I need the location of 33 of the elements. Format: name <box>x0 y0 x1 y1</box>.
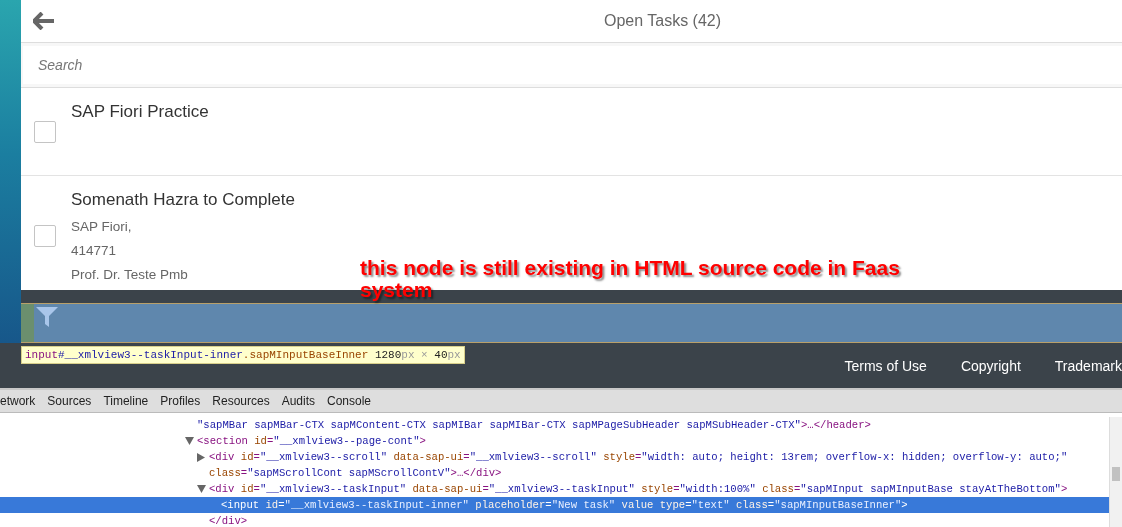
code-line[interactable]: <section id="__xmlview3--page-cont"> <box>0 433 1109 449</box>
task-checkbox[interactable] <box>34 120 56 143</box>
code-line[interactable]: class="sapMScrollCont sapMScrollContV">…</div> <box>0 465 1109 481</box>
task-title: SAP Fiori Practice <box>71 102 209 122</box>
filter-icon <box>36 307 58 327</box>
collapsed-triangle-icon[interactable] <box>197 452 205 462</box>
devtools-tab[interactable]: Timeline <box>97 394 155 408</box>
code-line[interactable]: <div id="__xmlview3--scroll" data-sap-ui="__xmlview3--scroll" style="width: auto; height: 13rem; overflow-x: hidden; overflow-y: auto;" <box>0 449 1109 465</box>
expanded-triangle-icon[interactable] <box>185 437 194 446</box>
devtools-tab[interactable]: Resources <box>206 394 276 408</box>
devtools-tab[interactable]: Console <box>321 394 378 408</box>
task-detail: 414771 <box>71 243 118 258</box>
footer-link[interactable]: Trademark <box>1054 357 1122 374</box>
expanded-triangle-icon[interactable] <box>197 485 206 494</box>
devtools-tab[interactable]: etwork <box>0 394 42 408</box>
search-field[interactable]: Search <box>23 46 1122 84</box>
code-line[interactable]: <div id="__xmlview3--taskInput" data-sap-ui="__xmlview3--taskInput" style="width:100%" class="sapMInput sapMInputBase stayAtTheBottom"> <box>0 481 1109 497</box>
back-arrow-icon[interactable] <box>33 12 55 30</box>
task-detail: SAP Fiori, <box>71 219 133 234</box>
task-detail: Prof. Dr. Teste Pmb <box>71 267 189 282</box>
footer-link[interactable]: Copyright <box>960 357 1021 374</box>
footer-link[interactable]: Terms of Use <box>844 357 927 374</box>
devtools-tab[interactable]: Sources <box>41 394 98 408</box>
code-line[interactable]: </div> <box>0 513 1109 527</box>
scrollbar[interactable] <box>1109 417 1122 527</box>
task-title: Somenath Hazra to Complete <box>71 190 295 210</box>
code-line[interactable]: "sapMBar sapMBar-CTX sapMContent-CTX sapMIBar sapMIBar-CTX sapMPageSubHeader sapMSubHeader-CTX">…</header> <box>0 417 1109 433</box>
devtools-tab[interactable]: Profiles <box>154 394 207 408</box>
highlight-padding <box>21 304 34 342</box>
task-checkbox[interactable] <box>34 225 56 247</box>
page-title: Open Tasks (42) <box>602 12 723 30</box>
devtools-tab[interactable]: Audits <box>275 394 321 408</box>
element-tooltip: input#__xmlview3--taskInput-inner.sapMInputBaseInner 1280px × 40px <box>21 346 465 364</box>
